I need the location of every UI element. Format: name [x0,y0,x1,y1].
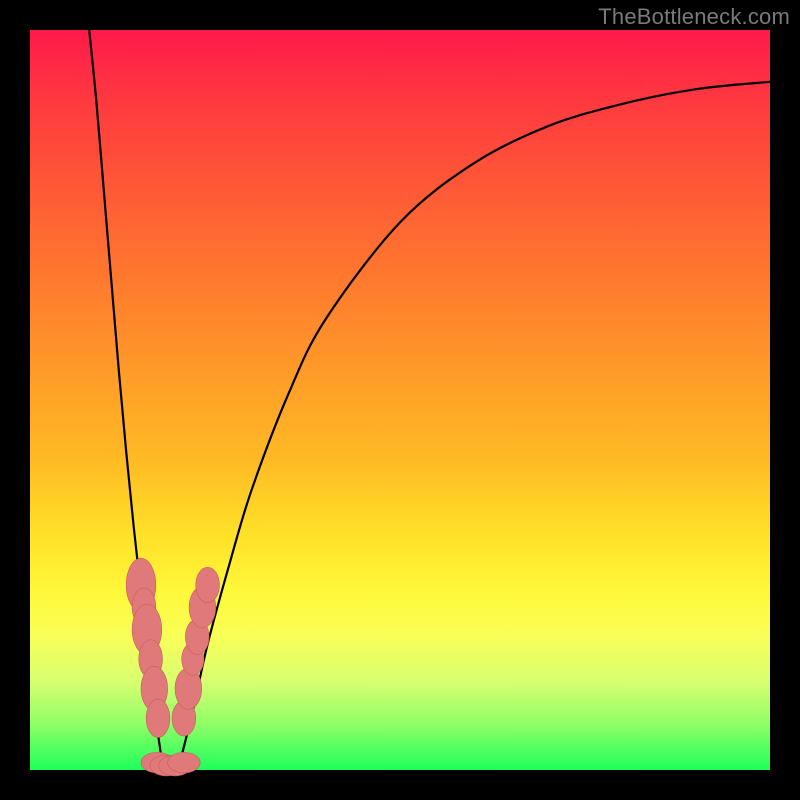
bead [196,567,220,603]
chart-svg [30,30,770,770]
bead [146,699,170,737]
curve-right-branch [178,82,770,770]
bead-group [126,558,219,776]
frame: TheBottleneck.com [0,0,800,800]
watermark-text: TheBottleneck.com [598,4,790,30]
bead [168,752,201,773]
